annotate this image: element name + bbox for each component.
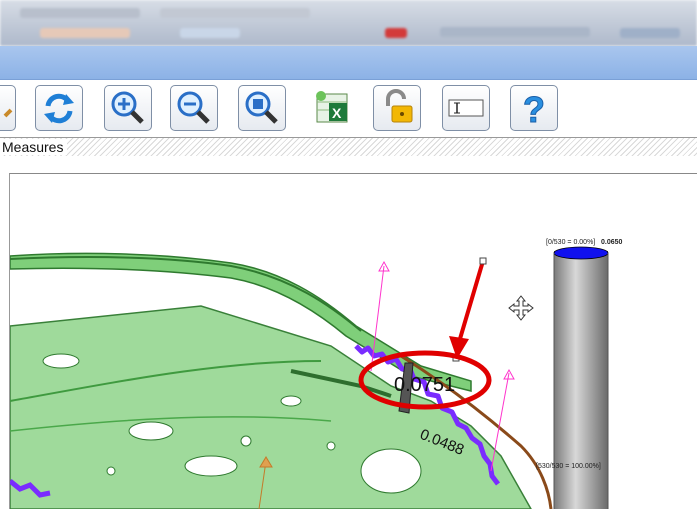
zoom-in-button[interactable]	[104, 85, 152, 131]
partial-icon	[3, 108, 13, 118]
padlock-open-icon	[386, 89, 413, 123]
scene-canvas[interactable]: 0.0751 0.0488 [0/530 = 0.00%] 0.0650 [53…	[10, 174, 697, 509]
refresh-button[interactable]	[35, 85, 83, 131]
text-field-icon	[448, 99, 484, 117]
scale-top-value: 0.0650	[601, 239, 623, 246]
svg-text:?: ?	[523, 89, 545, 130]
callout-leader	[455, 260, 485, 350]
measures-panel-header: Measures	[0, 137, 697, 157]
zoom-fit-button[interactable]	[238, 85, 286, 131]
excel-export-icon: X	[316, 91, 348, 123]
zoom-out-button[interactable]	[170, 85, 218, 131]
text-box-button[interactable]	[442, 85, 490, 131]
window-titlebar	[0, 0, 697, 46]
svg-text:X: X	[332, 105, 342, 121]
question-mark-icon: ?	[523, 89, 546, 131]
move-cursor-icon	[508, 295, 534, 321]
unlock-button[interactable]	[373, 85, 421, 131]
export-excel-button[interactable]: X	[306, 85, 354, 131]
toolbar-ribbon	[0, 46, 697, 80]
toolbar: X ?	[0, 80, 697, 136]
measurement-primary: 0.0751	[394, 374, 455, 396]
help-button[interactable]: ?	[510, 85, 558, 131]
partial-toolbar-button[interactable]	[0, 85, 16, 131]
zoom-in-icon	[111, 91, 144, 124]
scale-top-label: [0/530 = 0.00%]	[546, 239, 595, 246]
zoom-out-icon	[177, 91, 210, 124]
viewport-frame	[0, 156, 697, 173]
3d-viewport[interactable]: 0.0751 0.0488 [0/530 = 0.00%] 0.0650 [53…	[9, 173, 697, 509]
callout-handle-top[interactable]	[479, 257, 487, 265]
part-body	[10, 305, 532, 509]
scale-bottom-label: [530/530 = 100.00%]	[536, 463, 601, 470]
zoom-fit-icon	[245, 91, 278, 124]
refresh-icon	[44, 93, 74, 124]
panel-title: Measures	[0, 139, 68, 155]
